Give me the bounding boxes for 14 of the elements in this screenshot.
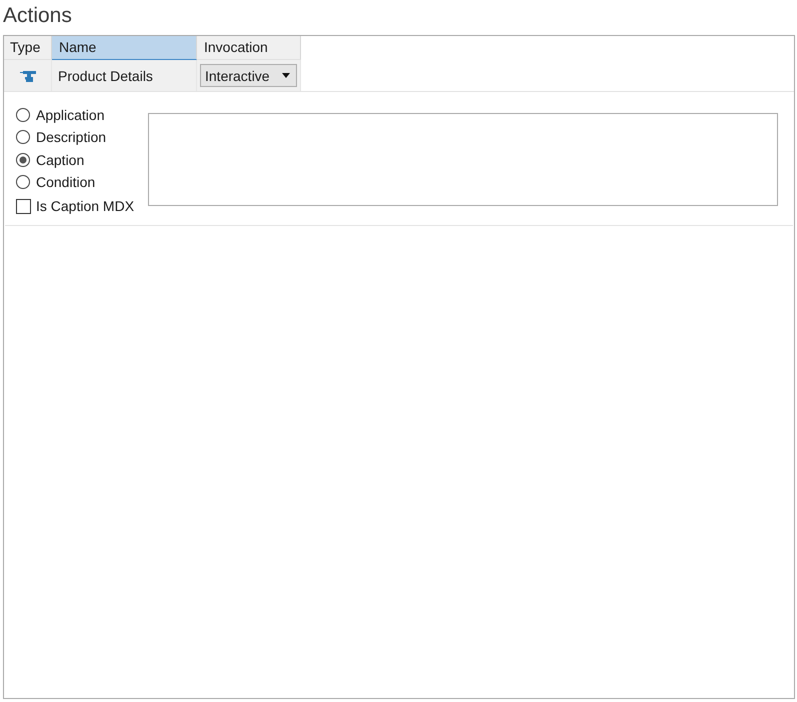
- page-title: Actions: [2, 3, 72, 29]
- column-header[interactable]: Invocation: [197, 36, 301, 60]
- table-cell: Product Details: [52, 60, 197, 91]
- radio-button[interactable]: Condition: [16, 170, 96, 194]
- radio-button[interactable]: Caption: [16, 148, 84, 171]
- anvil-icon: [20, 70, 36, 82]
- checkbox[interactable]: Is Caption MDX: [16, 195, 134, 218]
- caret-icon: [282, 73, 290, 78]
- radio-button[interactable]: Application: [16, 104, 104, 126]
- column-header[interactable]: Name: [52, 36, 197, 60]
- expression-field[interactable]: [148, 113, 778, 206]
- column-header[interactable]: Type: [4, 36, 52, 60]
- radio-button[interactable]: Description: [16, 126, 106, 149]
- invocation-dropdown[interactable]: Interactive: [200, 64, 297, 87]
